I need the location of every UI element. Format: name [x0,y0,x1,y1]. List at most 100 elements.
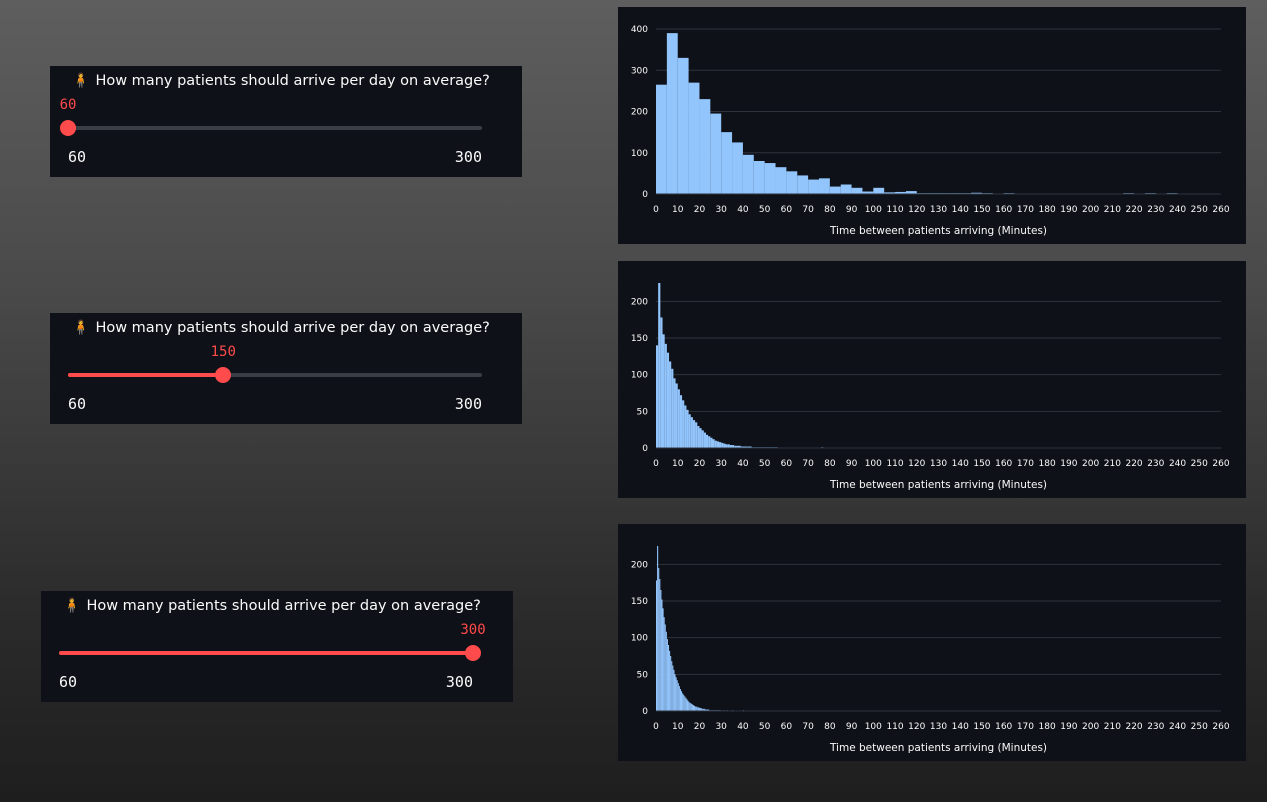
histogram-bar [723,443,726,448]
histogram-bar [697,426,700,448]
histogram-bar [686,409,689,448]
histogram-bar [714,440,717,448]
histogram-svg: 0 50 100 150 200 0 10 20 30 40 50 60 70 80 90 100 110 120… [631,283,1230,491]
x-tick-label: 220 [1125,205,1142,215]
histogram-bar [666,639,668,711]
y-tick-label: 0 [642,190,648,200]
y-tick-label: 200 [631,560,648,570]
y-tick-label: 100 [631,634,648,644]
x-tick-label: 20 [694,459,706,469]
x-tick-label: 50 [759,459,771,469]
x-tick-label: 160 [995,722,1012,732]
x-tick-label: 30 [715,205,727,215]
histogram-bar [689,702,691,711]
histogram-bar [664,343,667,448]
x-tick-label: 180 [1039,205,1056,215]
slider-min-label: 60 [59,673,78,691]
x-tick-label: 50 [759,205,771,215]
histogram-bar [703,432,706,448]
slider-track[interactable] [68,367,482,383]
x-tick-label: 10 [672,459,684,469]
x-tick-label: 220 [1125,459,1142,469]
histogram-bar [710,113,722,194]
slider-track[interactable] [59,645,481,661]
histogram-bar [708,436,711,448]
x-tick-label: 240 [1169,722,1186,732]
y-tick-label: 200 [631,297,648,307]
x-tick-label: 250 [1191,205,1208,215]
x-tick-label: 120 [908,205,925,215]
histogram-bar [698,707,700,711]
x-tick-label: 180 [1039,459,1056,469]
histogram-bar [684,405,687,448]
y-tick-label: 150 [631,334,648,344]
x-tick-label: 40 [737,722,749,732]
x-tick-label: 210 [1104,722,1121,732]
x-tick-label: 40 [737,205,749,215]
histogram-bar [659,579,661,711]
x-tick-label: 80 [824,205,836,215]
x-tick-label: 210 [1104,205,1121,215]
histogram-bar [666,33,678,194]
x-axis-title: Time between patients arriving (Minutes) [829,479,1047,491]
histogram-bar [697,707,699,711]
x-tick-label: 200 [1082,722,1099,732]
x-tick-label: 210 [1104,459,1121,469]
histogram-chart-2: 0 50 100 150 200 0 10 20 30 40 50 60 70 80 90 100 110 120… [618,261,1246,498]
histogram-bar [829,186,841,194]
slider-track[interactable] [60,120,482,136]
person-standing-icon: 🧍 [72,320,90,336]
y-tick-label: 0 [642,707,648,717]
x-tick-label: 110 [886,205,903,215]
x-tick-label: 80 [824,722,836,732]
slider-min-label: 60 [68,395,87,413]
x-tick-label: 180 [1039,722,1056,732]
x-tick-label: 140 [952,205,969,215]
histogram-bar [675,677,677,711]
histogram-bar [687,700,689,711]
x-tick-label: 40 [737,459,749,469]
x-tick-label: 70 [802,722,814,732]
histogram-bar [840,184,852,194]
x-tick-label: 0 [653,205,659,215]
x-tick-label: 100 [865,722,882,732]
histogram-bar [685,697,687,711]
histogram-bar [657,546,659,711]
histogram-bar [677,57,689,194]
histogram-bar [786,171,798,194]
slider-thumb[interactable] [465,645,481,661]
x-tick-label: 230 [1147,205,1164,215]
x-tick-label: 130 [930,722,947,732]
histogram-bar [669,361,672,448]
histogram-bar [721,442,724,448]
y-tick-label: 100 [631,371,648,381]
histogram-bar [656,345,659,448]
x-tick-label: 130 [930,459,947,469]
x-tick-label: 100 [865,205,882,215]
x-tick-label: 90 [846,205,858,215]
x-tick-label: 260 [1212,205,1229,215]
slider-thumb[interactable] [215,367,232,383]
histogram-bar [692,705,695,711]
y-tick-label: 50 [637,670,649,680]
x-tick-label: 0 [653,459,659,469]
histogram-bar [675,383,678,448]
histogram-bar [661,599,663,711]
y-tick-label: 400 [631,25,648,35]
histogram-bar [667,645,670,711]
x-tick-label: 140 [952,459,969,469]
histogram-bar [727,444,730,448]
histogram-bar [690,703,692,711]
x-tick-label: 80 [824,459,836,469]
x-tick-label: 230 [1147,722,1164,732]
histogram-bar [688,82,700,194]
x-tick-label: 240 [1169,459,1186,469]
histogram-bar [732,142,743,194]
y-tick-label: 0 [642,444,648,454]
x-tick-label: 60 [781,205,793,215]
x-tick-label: 190 [1060,205,1077,215]
histogram-bar [719,442,722,448]
x-tick-label: 200 [1082,205,1099,215]
slider-thumb[interactable] [60,120,76,136]
x-tick-label: 150 [973,722,990,732]
